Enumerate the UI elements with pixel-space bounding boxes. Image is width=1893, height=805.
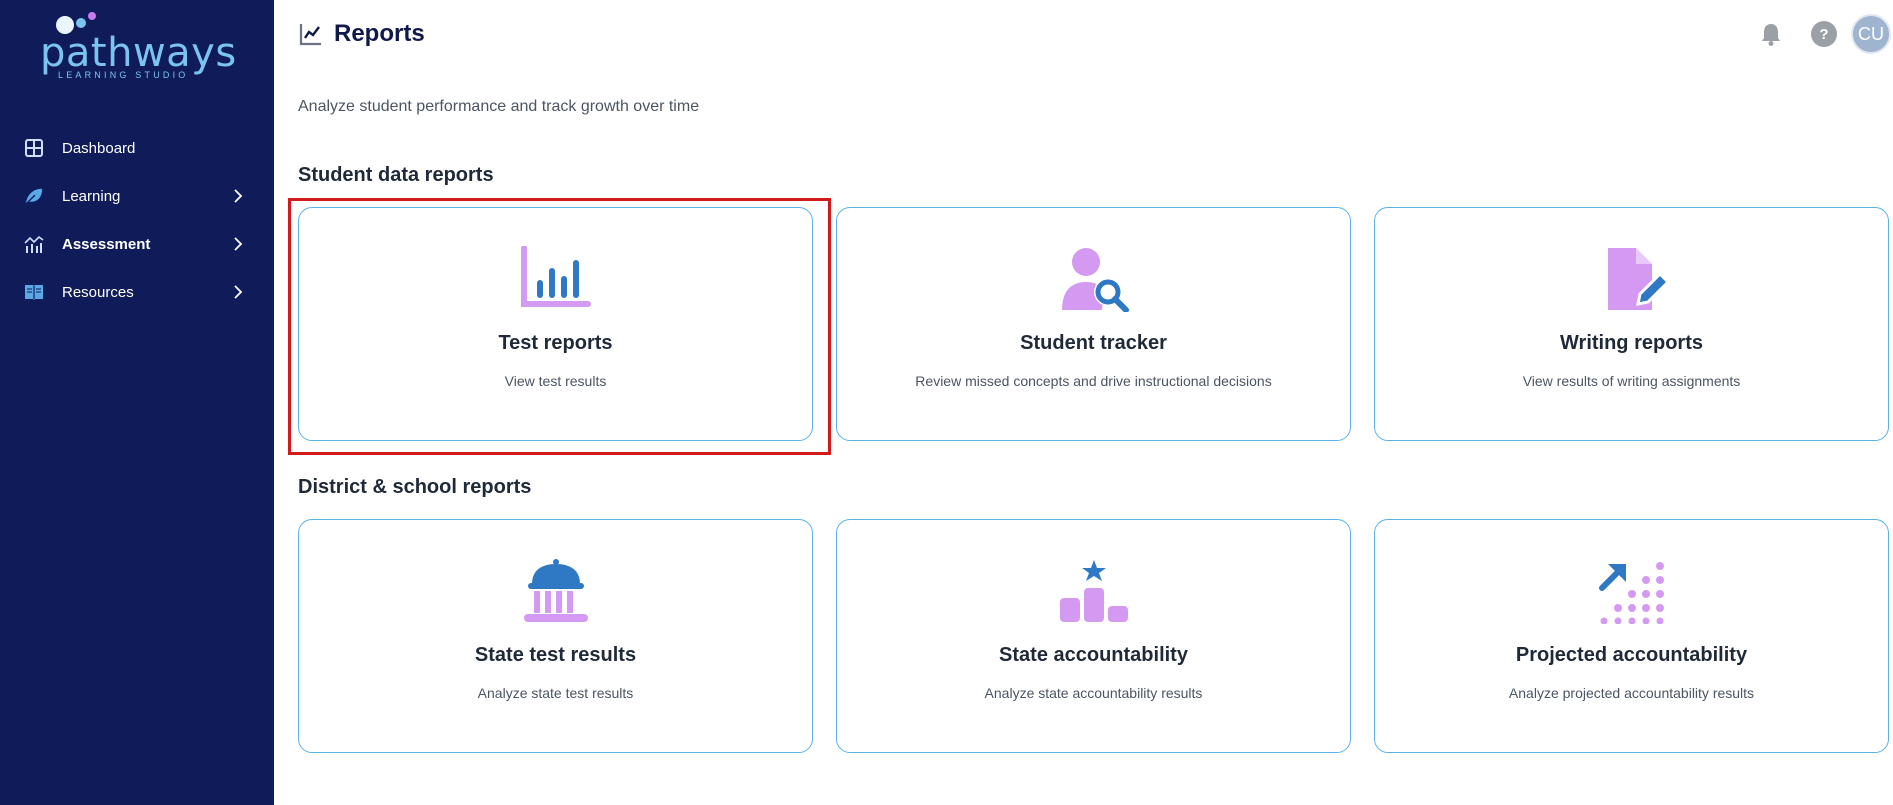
sidebar-item-label: Learning xyxy=(62,187,121,205)
chart-bars-icon xyxy=(24,234,44,254)
sidebar-item-learning[interactable]: Learning xyxy=(0,172,274,220)
logo-dot-blue xyxy=(76,18,86,28)
chevron-right-icon xyxy=(234,189,243,203)
card-projected-accountability[interactable]: Projected accountability Analyze project… xyxy=(1374,519,1889,753)
page-subtitle: Analyze student performance and track gr… xyxy=(298,98,700,115)
chevron-right-icon xyxy=(234,237,243,251)
sidebar-item-label: Dashboard xyxy=(62,139,136,157)
main-content: Reports ? CU Analyze student performance… xyxy=(274,0,1893,805)
card-description: Review missed concepts and drive instruc… xyxy=(915,373,1272,389)
brand-tagline: LEARNING STUDIO xyxy=(58,70,189,80)
card-state-accountability[interactable]: State accountability Analyze state accou… xyxy=(836,519,1351,753)
help-icon[interactable]: ? xyxy=(1811,21,1837,47)
person-search-icon xyxy=(1061,248,1129,312)
sidebar-item-dashboard[interactable]: Dashboard xyxy=(0,124,274,172)
card-description: Analyze projected accountability results xyxy=(1508,685,1755,701)
chevron-right-icon xyxy=(234,285,243,299)
avatar-initials: CU xyxy=(1858,23,1884,44)
podium-star-icon xyxy=(1059,560,1128,622)
dashboard-grid-icon xyxy=(24,138,44,158)
sidebar-item-label: Resources xyxy=(62,283,134,301)
top-actions: ? CU xyxy=(1757,14,1893,54)
line-chart-icon xyxy=(299,24,321,46)
sidebar-item-label: Assessment xyxy=(62,235,151,253)
sidebar-item-assessment[interactable]: Assessment xyxy=(0,220,274,268)
capitol-building-icon xyxy=(523,559,588,622)
card-state-test-results[interactable]: State test results Analyze state test re… xyxy=(298,519,813,753)
logo-dot-purple xyxy=(88,12,96,20)
card-title: Projected accountability xyxy=(1515,644,1748,666)
book-icon xyxy=(24,282,44,302)
card-title: State accountability xyxy=(999,644,1188,666)
app-root: pathways LEARNING STUDIO Dashboard Learn… xyxy=(0,0,1893,805)
card-title: Writing reports xyxy=(1560,332,1703,354)
card-description: Analyze state test results xyxy=(477,685,634,701)
card-title: State test results xyxy=(474,644,637,666)
sidebar: pathways LEARNING STUDIO Dashboard Learn… xyxy=(0,0,274,805)
sidebar-nav: Dashboard Learning Assessment Resources xyxy=(0,124,274,316)
card-title: Student tracker xyxy=(1020,332,1167,354)
brand-logo[interactable]: pathways LEARNING STUDIO xyxy=(40,12,236,84)
sidebar-item-resources[interactable]: Resources xyxy=(0,268,274,316)
page-title-wrap: Reports xyxy=(298,20,425,48)
card-description: View results of writing assignments xyxy=(1522,373,1741,389)
top-bar: Reports ? CU xyxy=(274,0,1893,70)
document-pen-icon xyxy=(1607,248,1670,310)
bell-icon[interactable] xyxy=(1757,20,1785,48)
card-writing-reports[interactable]: Writing reports View results of writing … xyxy=(1374,207,1889,441)
leaf-icon xyxy=(24,186,44,206)
section-title-district-school: District & school reports xyxy=(298,476,532,498)
page-title: Reports xyxy=(334,20,425,47)
card-description: Analyze state accountability results xyxy=(984,685,1203,701)
trend-dots-icon xyxy=(1598,562,1664,624)
highlight-box xyxy=(288,198,831,455)
avatar[interactable]: CU xyxy=(1851,14,1891,54)
help-label: ? xyxy=(1819,25,1829,43)
section-title-student-data: Student data reports xyxy=(298,164,494,186)
card-student-tracker[interactable]: Student tracker Review missed concepts a… xyxy=(836,207,1351,441)
